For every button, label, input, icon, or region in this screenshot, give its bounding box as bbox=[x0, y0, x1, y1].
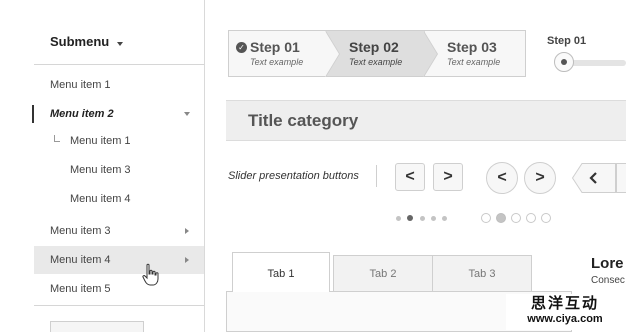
menu-item-label: Menu item 5 bbox=[50, 283, 111, 295]
sidebar-button[interactable] bbox=[50, 321, 144, 332]
tab-3[interactable]: Tab 3 bbox=[432, 255, 532, 292]
square-next-button[interactable]: > bbox=[433, 163, 463, 191]
submenu-item-1[interactable]: Menu item 1 bbox=[34, 127, 204, 155]
preview-heading: Lore bbox=[591, 255, 624, 272]
chevron-right-icon bbox=[185, 257, 189, 263]
chevron-left-icon: < bbox=[405, 168, 415, 185]
progress-knob[interactable] bbox=[554, 52, 574, 72]
check-icon: ✓ bbox=[236, 42, 247, 53]
preview-text: Consec bbox=[591, 275, 625, 286]
pagination-dot[interactable] bbox=[420, 216, 425, 221]
submenu-item-3[interactable]: Menu item 3 bbox=[34, 156, 204, 184]
chevron-right-icon: > bbox=[443, 168, 453, 185]
separator bbox=[376, 165, 377, 187]
chevron-right-icon bbox=[185, 228, 189, 234]
hand-cursor-icon bbox=[142, 263, 159, 286]
square-prev-button[interactable]: < bbox=[395, 163, 425, 191]
tab-1[interactable]: Tab 1 bbox=[232, 252, 330, 292]
step-title: Step 02 bbox=[349, 39, 399, 55]
progress-step-label: Step 01 bbox=[547, 35, 587, 47]
sidebar: Submenu Menu item 1 Menu item 2 Menu ite… bbox=[0, 0, 205, 332]
tab-edge-button[interactable] bbox=[616, 163, 626, 193]
pagination-ring[interactable] bbox=[526, 213, 536, 223]
title-category-bar: Title category bbox=[226, 100, 626, 141]
pagination-ring[interactable] bbox=[541, 213, 551, 223]
menu-item-4[interactable]: Menu item 4 bbox=[34, 246, 204, 274]
chevron-left-icon: < bbox=[497, 169, 507, 186]
step-subtitle: Text example bbox=[447, 57, 501, 67]
watermark-url: www.ciya.com bbox=[527, 313, 603, 325]
caret-down-icon[interactable] bbox=[117, 42, 123, 46]
step-title: Step 01 bbox=[250, 39, 300, 55]
watermark-title: 思洋互动 bbox=[530, 294, 599, 312]
menu-item-label: Menu item 3 bbox=[70, 164, 131, 176]
menu-item-label: Menu item 1 bbox=[50, 79, 111, 91]
step-1[interactable]: ✓ Step 01 Text example bbox=[229, 31, 327, 76]
tree-elbow-icon bbox=[54, 135, 60, 142]
submenu-item-4[interactable]: Menu item 4 bbox=[34, 185, 204, 213]
menu-item-label: Menu item 2 bbox=[50, 108, 114, 120]
round-prev-button[interactable]: < bbox=[486, 162, 518, 194]
pagination-ring-active[interactable] bbox=[496, 213, 506, 223]
submenu-title[interactable]: Submenu bbox=[50, 34, 109, 49]
sidebar-divider bbox=[34, 305, 204, 306]
tab-2[interactable]: Tab 2 bbox=[333, 255, 433, 292]
tag-prev-button[interactable] bbox=[572, 163, 616, 193]
chevron-down-icon bbox=[184, 112, 190, 116]
pagination-dot-active[interactable] bbox=[407, 215, 413, 221]
title-category: Title category bbox=[248, 111, 359, 130]
step-subtitle: Text example bbox=[250, 57, 304, 67]
step-wizard: ✓ Step 01 Text example Step 02 Text exam… bbox=[228, 30, 526, 77]
step-title: Step 03 bbox=[447, 39, 497, 55]
slider-buttons-label: Slider presentation buttons bbox=[228, 170, 359, 182]
pagination-ring[interactable] bbox=[511, 213, 521, 223]
step-subtitle: Text example bbox=[349, 57, 403, 67]
pagination-dot[interactable] bbox=[442, 216, 447, 221]
step-2[interactable]: Step 02 Text example bbox=[325, 31, 425, 76]
step-separator bbox=[325, 31, 339, 77]
pagination-ring[interactable] bbox=[481, 213, 491, 223]
step-separator bbox=[423, 31, 437, 77]
step-3[interactable]: Step 03 Text example bbox=[423, 31, 525, 76]
sidebar-divider bbox=[34, 64, 204, 65]
active-indicator bbox=[32, 105, 34, 123]
round-next-button[interactable]: > bbox=[524, 162, 556, 194]
pagination-dot[interactable] bbox=[431, 216, 436, 221]
menu-item-label: Menu item 4 bbox=[50, 254, 111, 266]
menu-item-label: Menu item 3 bbox=[50, 225, 111, 237]
progress-track bbox=[566, 60, 626, 66]
menu-item-label: Menu item 1 bbox=[70, 135, 131, 147]
menu-item-1[interactable]: Menu item 1 bbox=[34, 71, 204, 99]
menu-item-2[interactable]: Menu item 2 bbox=[32, 100, 204, 128]
menu-item-5[interactable]: Menu item 5 bbox=[34, 275, 204, 303]
chevron-right-icon: > bbox=[535, 169, 545, 186]
menu-item-3[interactable]: Menu item 3 bbox=[34, 217, 204, 245]
menu-item-label: Menu item 4 bbox=[70, 193, 131, 205]
pagination-dot[interactable] bbox=[396, 216, 401, 221]
watermark: 思洋互动 www.ciya.com bbox=[506, 294, 624, 330]
